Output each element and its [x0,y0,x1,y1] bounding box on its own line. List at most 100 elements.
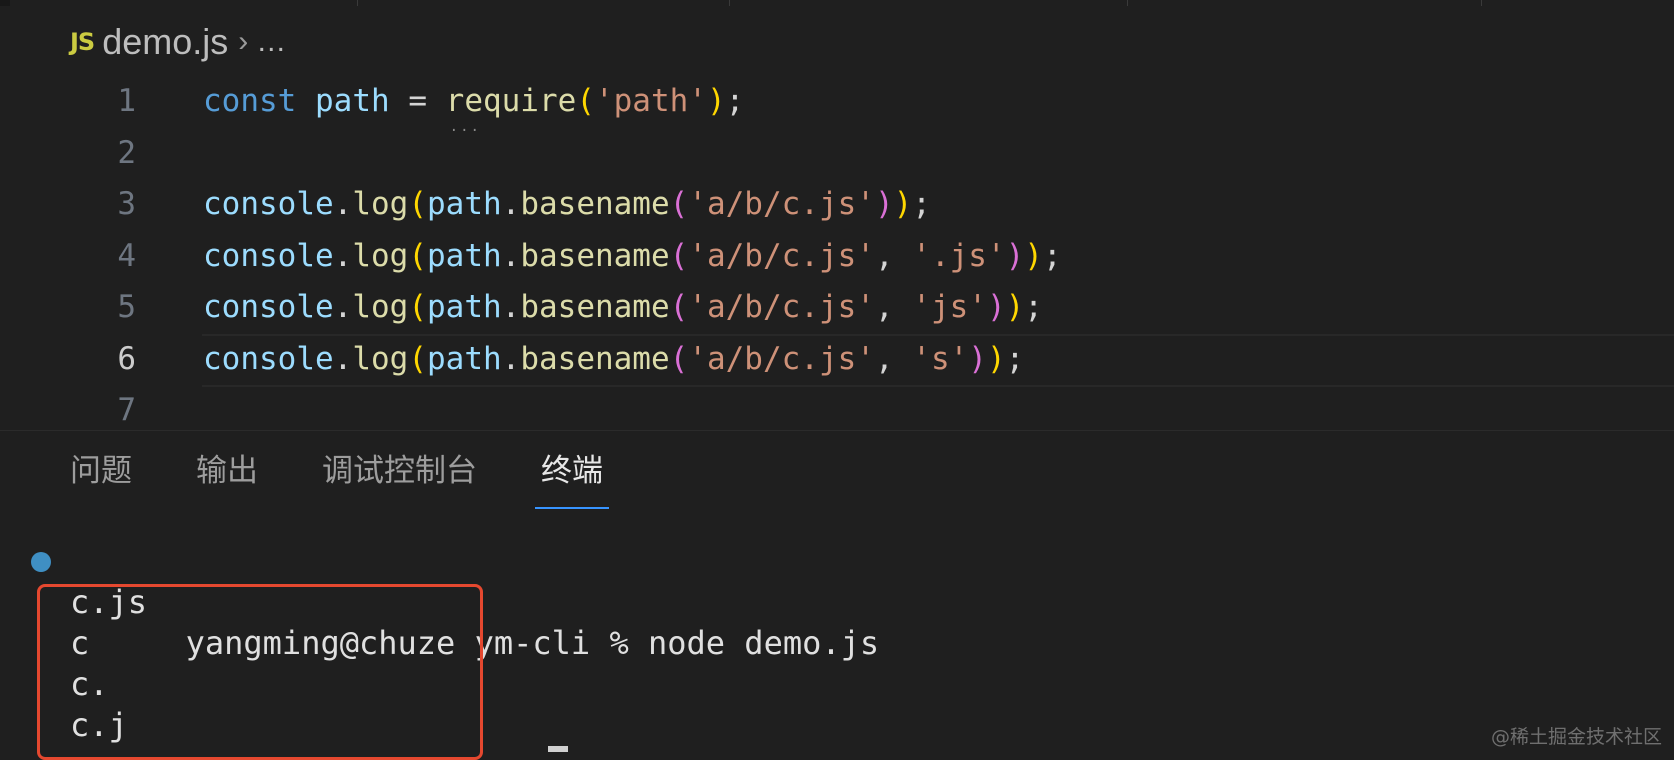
code-text[interactable]: console.log(path.basename('a/b/c.js', 'j… [203,282,1043,334]
code-token: . [334,341,353,377]
code-token: 'a/b/c.js' [688,186,875,222]
token-text: console [203,340,334,377]
panel-tab[interactable]: 终端 [535,451,609,509]
code-token: console [203,186,334,222]
code-lines[interactable]: 1 const path = require ··· ('path'); 2 3 conso… [0,76,1674,437]
token-text: ; [1024,289,1043,325]
token-text: ) [893,186,913,222]
code-token: ( [670,238,689,274]
code-token: ( [408,289,427,325]
code-token: basename [520,186,669,222]
token-text: path [427,186,502,222]
panel-tab[interactable]: 调试控制台 [322,451,477,509]
token-text: basename [520,340,670,377]
token-text: console [203,237,334,274]
code-token: ) [968,341,987,377]
token-text: ) [1005,237,1025,274]
code-token: ( [670,289,689,325]
token-text: log [352,186,409,222]
code-line[interactable]: 1 const path = require ··· ('path'); [0,76,1674,138]
token-text: log [352,289,409,325]
breadcrumb-file[interactable]: demo.js [102,21,228,63]
token-text: ) [874,186,894,222]
token-text: ( [408,289,427,325]
code-token: 's' [912,341,968,377]
token-text: , [874,289,913,325]
token-text: ( [408,237,427,274]
panel-tab[interactable]: 输出 [196,451,258,509]
code-token: '.js' [912,238,1005,274]
code-token: ( [408,186,427,222]
token-text: console [203,186,334,222]
code-token: ( [576,83,595,119]
token-text: ) [986,289,1006,325]
code-token: ; [912,186,931,222]
code-token: require ··· [445,83,577,138]
token-text: require [445,83,577,119]
code-line[interactable]: 3 console.log(path.basename('a/b/c.js')); [0,179,1674,231]
code-token: log [352,238,408,274]
breadcrumb: JS demo.js › … [70,20,286,64]
code-token: log [352,341,408,377]
code-token: , [875,238,912,274]
code-token: const [203,83,296,119]
token-text: , [874,340,913,377]
token-text: = [389,83,446,119]
token-text: path [315,83,390,119]
token-text: log [352,237,409,274]
code-token: ) [1024,238,1043,274]
terminal-cursor [548,746,568,752]
token-text: ) [706,83,726,119]
code-token: path [315,83,390,119]
token-text: . [501,237,521,274]
code-token: = [390,83,446,119]
breadcrumb-more[interactable]: … [256,25,286,59]
code-token: 'a/b/c.js' [688,289,875,325]
token-text: ( [669,186,689,222]
code-line[interactable]: 6 console.log(path.basename('a/b/c.js', '… [0,333,1674,386]
code-token: basename [520,341,669,377]
code-editor[interactable]: JS demo.js › … 1 const path = require ···(… [0,6,1674,430]
token-text: ; [1042,237,1062,274]
token-text: const [203,83,297,119]
token-text: ) [986,340,1006,377]
token-text: ) [1005,289,1025,325]
token-text: path [427,237,502,274]
code-token: log [352,186,408,222]
token-text: 'path' [594,83,707,119]
code-token: , [875,341,912,377]
token-text: 's' [912,340,969,377]
code-text[interactable]: const path = require ··· ('path'); [203,76,745,138]
code-token: 'a/b/c.js' [688,238,875,274]
line-number: 5 [117,289,136,325]
token-text: log [352,340,409,377]
code-text[interactable]: console.log(path.basename('a/b/c.js', 's… [203,334,1024,386]
code-token: console [203,341,334,377]
code-token: ( [670,341,689,377]
token-text: . [333,340,353,377]
code-line[interactable]: 2 [0,128,1674,180]
token-text: 'a/b/c.js' [688,289,875,325]
code-text[interactable]: console.log(path.basename('a/b/c.js', '.… [203,231,1062,283]
code-line[interactable]: 4 console.log(path.basename('a/b/c.js', '… [0,231,1674,283]
code-token: path [427,341,502,377]
code-token: ( [670,186,689,222]
chevron-right-icon: › [238,25,249,58]
command-status-dot-icon[interactable] [31,552,51,572]
token-text: 'a/b/c.js' [688,237,875,274]
code-line[interactable]: 5 console.log(path.basename('a/b/c.js', '… [0,282,1674,334]
token-text: . [501,186,521,222]
code-token: path [427,289,502,325]
panel-tab[interactable]: 问题 [70,451,132,509]
javascript-file-icon: JS [70,28,95,56]
token-text: ) [968,340,987,377]
code-token: . [502,341,521,377]
code-text[interactable]: console.log(path.basename('a/b/c.js')); [203,179,931,231]
code-token: . [502,186,521,222]
code-line[interactable]: 7 [0,385,1674,437]
token-text: ; [725,83,745,119]
code-token: ) [894,186,913,222]
token-text: . [333,289,353,325]
token-text: ( [408,340,427,377]
